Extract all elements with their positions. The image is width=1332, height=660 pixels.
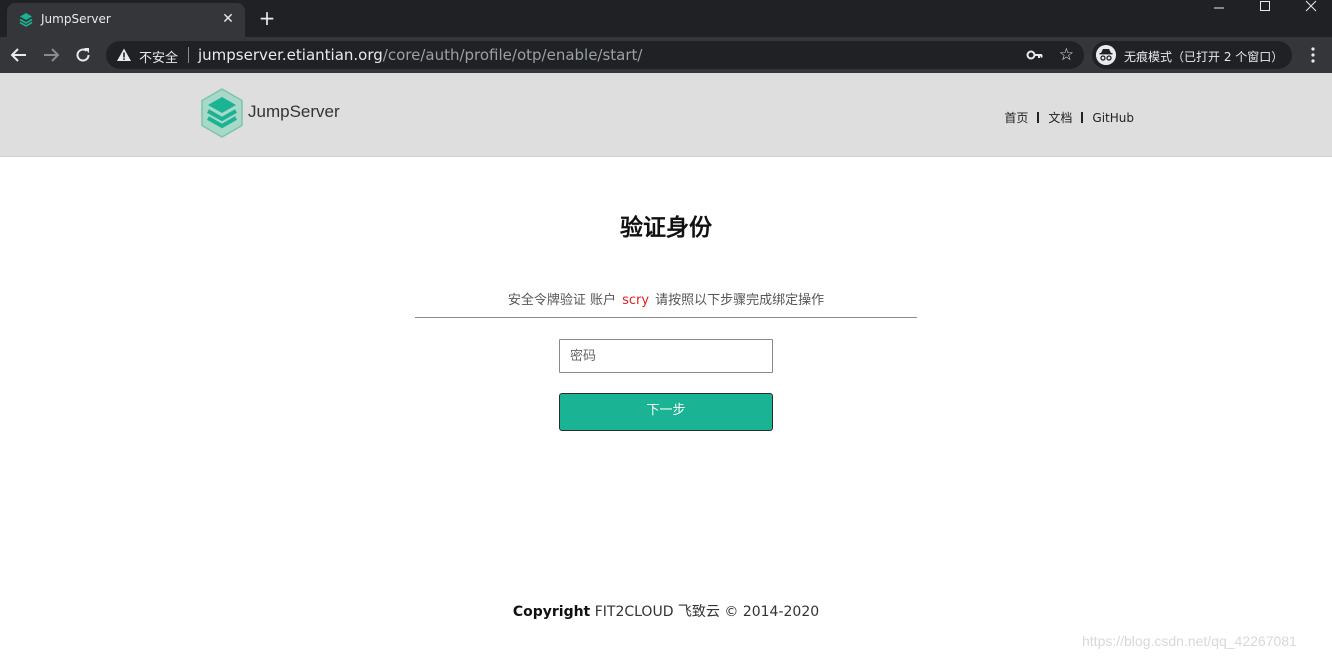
browser-tab-strip: JumpServer ✕ + [0,0,1332,37]
address-bar[interactable]: 不安全 jumpserver.etiantian.org/core/auth/p… [106,41,1084,69]
page-title: 验证身份 [620,215,712,241]
maximize-icon[interactable] [1242,0,1288,20]
browser-menu-icon[interactable] [1304,45,1322,65]
nav-separator [1081,112,1084,123]
window-close-icon[interactable] [1288,0,1332,20]
nav-link-github[interactable]: GitHub [1092,111,1134,125]
incognito-label: 无痕模式（已打开 2 个窗口） [1124,50,1284,64]
site-header: JumpServer 首页 文档 GitHub [0,73,1332,157]
url-path: /core/auth/profile/otp/enable/start/ [382,46,643,64]
password-input[interactable] [559,339,773,373]
divider [415,317,917,318]
key-icon[interactable] [1026,46,1044,64]
reload-icon[interactable] [71,43,95,67]
incognito-badge[interactable]: 无痕模式（已打开 2 个窗口） [1092,41,1292,69]
nav-link-docs[interactable]: 文档 [1048,111,1072,125]
new-tab-button[interactable]: + [256,7,278,29]
browser-toolbar: 不安全 jumpserver.etiantian.org/core/auth/p… [0,37,1332,73]
copyright-text: FIT2CLOUD 飞致云 © 2014-2020 [594,604,820,620]
minimize-icon[interactable] [1196,0,1242,20]
warning-triangle-icon [117,48,131,61]
footer-copyright: Copyright FIT2CLOUD 飞致云 © 2014-2020 [0,601,1332,621]
bookmark-star-icon[interactable]: ☆ [1059,45,1074,65]
username: scry [622,293,650,308]
tab-close-icon[interactable]: ✕ [219,10,237,28]
jumpserver-favicon-icon [19,13,33,27]
url-text[interactable]: jumpserver.etiantian.org/core/auth/profi… [198,46,642,64]
instructions-prefix: 安全令牌验证 账户 [507,293,616,308]
jumpserver-logo-icon[interactable] [199,87,245,139]
brand-name: JumpServer [248,102,340,121]
forward-arrow-icon[interactable] [39,43,63,67]
insecure-label[interactable]: 不安全 [139,47,178,66]
next-button[interactable]: 下一步 [559,393,773,431]
watermark: https://blog.csdn.net/qq_42267081 [1082,633,1297,649]
url-host: jumpserver.etiantian.org [198,46,383,64]
address-separator [188,47,189,63]
incognito-icon [1096,45,1116,65]
nav-link-home[interactable]: 首页 [1004,111,1028,125]
instructions-suffix: 请按照以下步骤完成绑定操作 [655,293,825,308]
copyright-label: Copyright [512,604,591,620]
top-nav: 首页 文档 GitHub [1004,109,1134,126]
back-arrow-icon[interactable] [7,43,31,67]
otp-instructions: 安全令牌验证 账户 scry 请按照以下步骤完成绑定操作 [415,289,917,308]
nav-separator [1037,112,1040,123]
browser-tab[interactable]: JumpServer ✕ [7,3,245,37]
tab-title: JumpServer [41,12,111,26]
